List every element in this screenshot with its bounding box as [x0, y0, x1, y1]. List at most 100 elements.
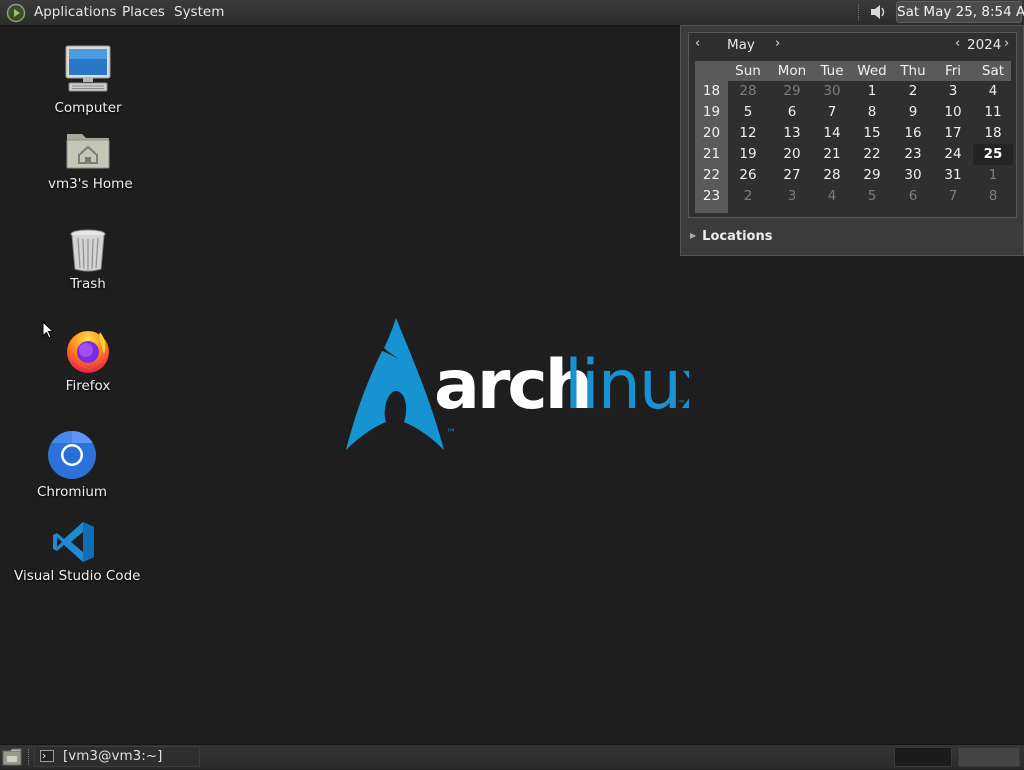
- calendar-day[interactable]: 6: [893, 186, 933, 207]
- calendar-day[interactable]: 5: [852, 186, 892, 207]
- calendar-day[interactable]: 3: [772, 186, 812, 207]
- panel-drag-handle[interactable]: [858, 4, 862, 21]
- desktop-icon-label: Firefox: [65, 378, 111, 394]
- day-name-sat: Sat: [981, 63, 1005, 79]
- mouse-pointer-icon: [42, 321, 54, 339]
- day-name-sun: Sun: [735, 63, 761, 79]
- locations-label: Locations: [702, 229, 773, 244]
- taskbar-window-button[interactable]: [vm3@vm3:~]: [34, 746, 200, 767]
- calendar-day[interactable]: 22: [852, 144, 892, 165]
- calendar-day[interactable]: 2: [728, 186, 768, 207]
- calendar-day[interactable]: 1: [973, 165, 1013, 186]
- calendar-day[interactable]: 21: [812, 144, 852, 165]
- calendar-day[interactable]: 23: [893, 144, 933, 165]
- week-number: 20: [702, 125, 721, 141]
- calendar-day[interactable]: 12: [728, 123, 768, 144]
- calendar-day[interactable]: 28: [728, 81, 768, 102]
- calendar-day[interactable]: 6: [772, 102, 812, 123]
- logo-tm-mark: ™: [446, 428, 456, 439]
- week-number: 23: [702, 188, 721, 204]
- vscode-icon: [53, 522, 94, 562]
- volume-icon[interactable]: [868, 2, 888, 22]
- trash-icon: [70, 229, 106, 272]
- day-name-fri: Fri: [944, 63, 962, 79]
- desktop-icon-vscode[interactable]: Visual Studio Code: [14, 520, 141, 584]
- calendar-day[interactable]: 25: [973, 144, 1013, 165]
- locations-expander[interactable]: ▶ Locations: [690, 229, 772, 244]
- next-year-button[interactable]: ›: [1004, 36, 1009, 51]
- week-number: 18: [702, 83, 721, 99]
- calendar-day[interactable]: 14: [812, 123, 852, 144]
- calendar-day[interactable]: 4: [973, 81, 1013, 102]
- calendar-day[interactable]: 28: [812, 165, 852, 186]
- places-menu[interactable]: Places: [122, 4, 165, 20]
- calendar-day[interactable]: 30: [812, 81, 852, 102]
- arch-linux-logo: ™ arch linux ™: [344, 316, 721, 460]
- month-label: May: [727, 37, 755, 53]
- desktop-icon-label: Computer: [54, 100, 122, 116]
- desktop-icon-chromium[interactable]: Chromium: [32, 430, 112, 500]
- desktop-icon-label: Chromium: [36, 484, 108, 500]
- calendar-day[interactable]: 10: [933, 102, 973, 123]
- calendar-day[interactable]: 27: [772, 165, 812, 186]
- calendar-day[interactable]: 18: [973, 123, 1013, 144]
- calendar-day[interactable]: 31: [933, 165, 973, 186]
- clock-button[interactable]: Sat May 25, 8:54 AM: [896, 1, 1024, 23]
- calendar-day[interactable]: 2: [893, 81, 933, 102]
- workspace-2[interactable]: [958, 747, 1020, 767]
- calendar-day[interactable]: 15: [852, 123, 892, 144]
- calendar-day[interactable]: 17: [933, 123, 973, 144]
- day-name-mon: Mon: [777, 63, 807, 79]
- calendar-day[interactable]: 16: [893, 123, 933, 144]
- next-month-button[interactable]: ›: [775, 36, 780, 51]
- calendar-day[interactable]: 26: [728, 165, 768, 186]
- arch-logo-mark: [346, 318, 444, 450]
- desktop-icon-firefox[interactable]: Firefox: [48, 326, 128, 394]
- calendar-day[interactable]: 24: [933, 144, 973, 165]
- system-menu[interactable]: System: [174, 4, 224, 20]
- calendar-widget: ‹ May › ‹ 2024 › Sun Mon Tue Wed Thu Fri Sat 18…: [688, 32, 1017, 218]
- calendar-day[interactable]: 8: [973, 186, 1013, 207]
- day-name-thu: Thu: [900, 63, 926, 79]
- terminal-icon: [40, 750, 54, 762]
- calendar-day[interactable]: 30: [893, 165, 933, 186]
- workspace-1[interactable]: [894, 747, 952, 767]
- calendar-day[interactable]: 3: [933, 81, 973, 102]
- bottom-panel: [vm3@vm3:~]: [0, 744, 1024, 769]
- show-desktop-icon[interactable]: [2, 748, 22, 766]
- calendar-day[interactable]: 7: [933, 186, 973, 207]
- calendar-day[interactable]: 19: [728, 144, 768, 165]
- calendar-day[interactable]: 11: [973, 102, 1013, 123]
- prev-month-button[interactable]: ‹: [695, 36, 700, 51]
- desktop-icon-trash[interactable]: Trash: [48, 228, 128, 292]
- calendar-day[interactable]: 1: [852, 81, 892, 102]
- logo-tm-mark-2: ™: [678, 399, 686, 408]
- firefox-icon: [67, 331, 109, 373]
- calendar-day[interactable]: 8: [852, 102, 892, 123]
- desktop-icon-label: vm3's Home: [48, 176, 133, 192]
- calendar-day[interactable]: 20: [772, 144, 812, 165]
- computer-icon: [65, 45, 111, 92]
- calendar-day[interactable]: 29: [772, 81, 812, 102]
- day-name-wed: Wed: [857, 63, 887, 79]
- desktop-icon-label: Visual Studio Code: [14, 568, 141, 584]
- home-folder-icon: [66, 134, 110, 169]
- calendar-day[interactable]: 13: [772, 123, 812, 144]
- calendar-day[interactable]: 4: [812, 186, 852, 207]
- top-panel: Applications Places System Sat May 25, 8…: [0, 0, 1024, 26]
- calendar-day[interactable]: 5: [728, 102, 768, 123]
- calendar-day[interactable]: 9: [893, 102, 933, 123]
- mate-menu-icon[interactable]: [6, 3, 26, 23]
- panel-drag-handle[interactable]: [28, 749, 32, 765]
- prev-year-button[interactable]: ‹: [955, 36, 960, 51]
- calendar-grid: Sun Mon Tue Wed Thu Fri Sat 18 28 29 30 1 2 3 4 19 5 6 7 8 9…: [695, 61, 1013, 213]
- logo-text-linux: linux: [564, 346, 689, 425]
- calendar-day[interactable]: 7: [812, 102, 852, 123]
- desktop-icon-home[interactable]: vm3's Home: [48, 128, 133, 192]
- taskbar-window-label: [vm3@vm3:~]: [63, 748, 163, 764]
- week-number: 22: [702, 167, 721, 183]
- desktop-icon-computer[interactable]: Computer: [48, 44, 128, 116]
- chromium-icon: [48, 431, 96, 479]
- calendar-day[interactable]: 29: [852, 165, 892, 186]
- applications-menu[interactable]: Applications: [34, 4, 116, 20]
